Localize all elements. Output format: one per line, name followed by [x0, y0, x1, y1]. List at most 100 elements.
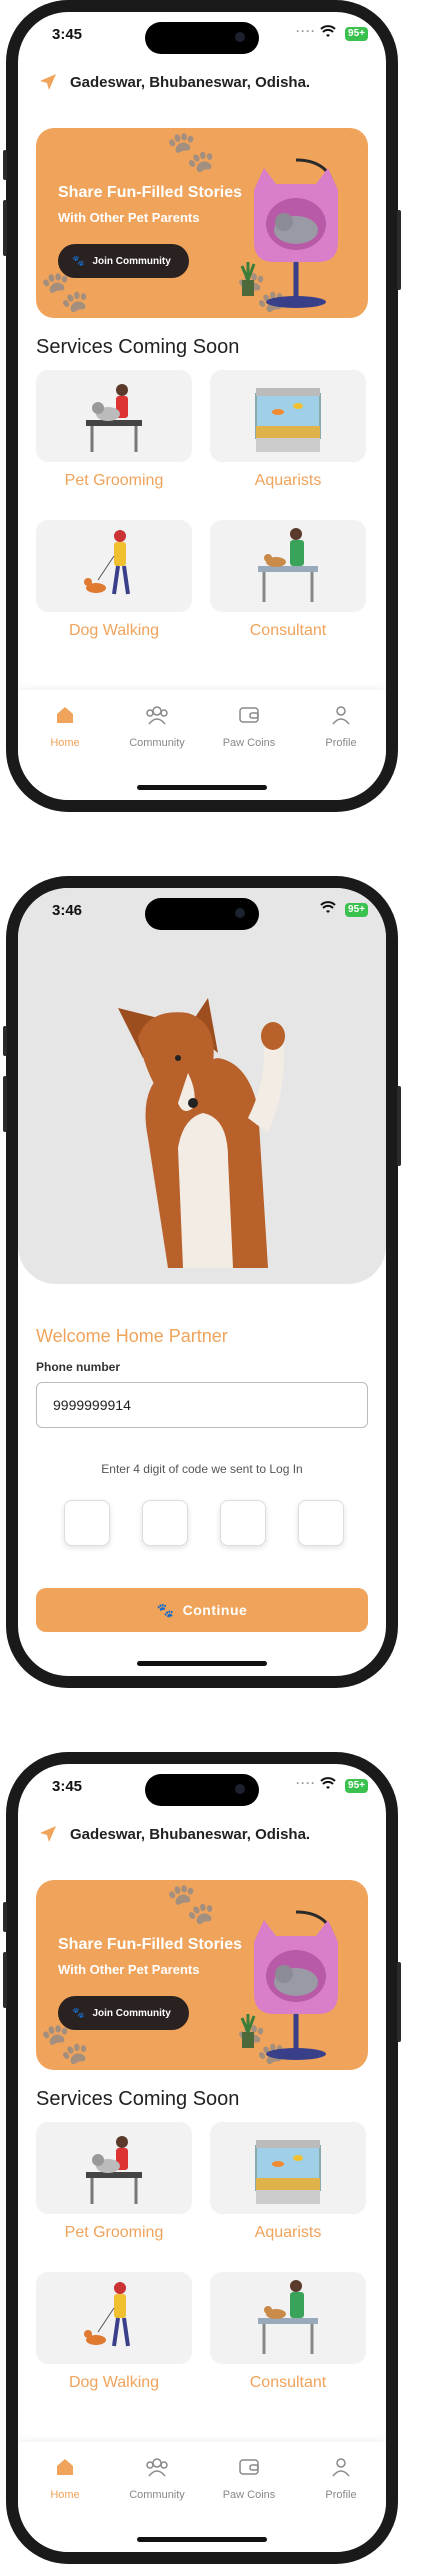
otp-digit-1[interactable]	[64, 1500, 110, 1546]
signal-icon: ····	[296, 1776, 316, 1790]
dog-hero-image	[18, 888, 386, 1284]
service-card-dog-walking[interactable]	[36, 520, 192, 612]
wallet-icon	[239, 707, 259, 723]
tab-label-home: Home	[50, 737, 80, 749]
bottom-tab-bar: Home Community Paw Coins Profile	[18, 690, 386, 800]
service-card-consultant[interactable]	[210, 2272, 366, 2364]
cat-bed-illustration	[240, 158, 338, 308]
home-indicator[interactable]	[137, 2537, 267, 2542]
community-icon	[146, 2458, 168, 2477]
community-banner[interactable]: 🐾 🐾 🐾 Share Fun-Filled Stories With Othe…	[36, 1880, 368, 2070]
service-label-dog-walking: Dog Walking	[68, 622, 160, 639]
profile-icon	[332, 706, 350, 725]
section-title: Services Coming Soon	[36, 336, 240, 358]
continue-button[interactable]: 🐾 Continue	[36, 1588, 368, 1632]
service-label-dog-walking: Dog Walking	[68, 2374, 160, 2391]
paw-icon: 🐾	[72, 2007, 85, 2019]
wifi-icon	[320, 901, 336, 913]
phone-frame-home-1: 3:45 ···· 95+ Gadeswar, Bhubaneswar, Odi…	[3, 0, 401, 812]
status-bar: 3:45 ···· 95+	[18, 1764, 386, 1808]
phone-frame-home-2: 3:45 ···· 95+ Gadeswar, Bhubaneswar, Odi…	[3, 1752, 401, 2564]
phone-number-input[interactable]	[36, 1382, 368, 1428]
service-label-consultant: Consultant	[249, 2374, 327, 2391]
paw-icon: 🐾	[72, 255, 85, 267]
battery-indicator: 95+	[345, 1779, 368, 1793]
service-card-consultant[interactable]	[210, 520, 366, 612]
status-bar: 3:45 ···· 95+	[18, 12, 386, 56]
otp-hint-text: Enter 4 digit of code we sent to Log In	[101, 1462, 303, 1476]
continue-label: Continue	[182, 1602, 248, 1618]
bottom-tab-bar: Home Community Paw Coins Profile	[18, 2442, 386, 2552]
dog-illustration	[118, 998, 285, 1268]
home-indicator[interactable]	[137, 785, 267, 790]
tab-paw-coins[interactable]: Paw Coins	[214, 2456, 284, 2501]
join-community-button[interactable]: 🐾 Join Community	[58, 1996, 189, 2030]
otp-digit-2[interactable]	[142, 1500, 188, 1546]
battery-indicator: 95+	[345, 27, 368, 41]
tab-profile[interactable]: Profile	[306, 2456, 376, 2501]
login-screen: 3:46 95+ Welcome Home Partner Phone numb…	[18, 888, 386, 1676]
tab-label-paw-coins: Paw Coins	[222, 2489, 276, 2501]
service-card-pet-grooming[interactable]	[36, 370, 192, 462]
location-bar[interactable]: Gadeswar, Bhubaneswar, Odisha.	[38, 72, 310, 92]
tab-community[interactable]: Community	[122, 704, 192, 749]
dog-walking-illustration	[84, 2282, 130, 2347]
join-community-button[interactable]: 🐾 Join Community	[58, 244, 189, 278]
paw-decoration-icon: 🐾	[166, 1882, 216, 1926]
battery-indicator: 95+	[345, 903, 368, 917]
otp-digit-4[interactable]	[298, 1500, 344, 1546]
home-screen: 3:45 ···· 95+ Gadeswar, Bhubaneswar, Odi…	[18, 12, 386, 800]
service-label-consultant: Consultant	[249, 622, 327, 639]
welcome-heading: Welcome Home Partner	[36, 1326, 228, 1346]
location-bar[interactable]: Gadeswar, Bhubaneswar, Odisha.	[38, 1824, 310, 1844]
section-title: Services Coming Soon	[36, 2088, 240, 2110]
tab-label-community: Community	[129, 737, 185, 749]
wallet-icon	[239, 2459, 259, 2475]
profile-icon	[332, 2458, 350, 2477]
home-indicator[interactable]	[137, 1661, 267, 1666]
grooming-illustration	[86, 2136, 142, 2204]
status-time: 3:46	[52, 902, 83, 919]
tab-label-profile: Profile	[325, 2489, 357, 2501]
aquarium-illustration	[255, 388, 321, 452]
service-card-aquarists[interactable]	[210, 2122, 366, 2214]
vet-consultant-illustration	[258, 528, 318, 602]
tab-home[interactable]: Home	[30, 704, 100, 749]
phone-frame-login: 3:46 95+ Welcome Home Partner Phone numb…	[3, 876, 401, 1688]
join-community-label: Join Community	[92, 2007, 171, 2019]
vet-consultant-illustration	[258, 2280, 318, 2354]
wifi-icon	[320, 1777, 336, 1789]
signal-icon: ····	[296, 24, 316, 38]
grooming-illustration	[86, 384, 142, 452]
location-text: Gadeswar, Bhubaneswar, Odisha.	[70, 73, 311, 91]
banner-subtitle: With Other Pet Parents	[58, 1962, 200, 1977]
location-arrow-icon	[40, 1826, 56, 1842]
tab-home[interactable]: Home	[30, 2456, 100, 2501]
paw-decoration-icon: 🐾	[166, 130, 216, 174]
tab-label-home: Home	[50, 2489, 80, 2501]
community-banner[interactable]: 🐾 🐾 🐾 Share Fun-Filled Stories With Othe…	[36, 128, 368, 318]
tab-label-community: Community	[129, 2489, 185, 2501]
community-icon	[146, 706, 168, 725]
dog-walking-illustration	[84, 530, 130, 595]
tab-profile[interactable]: Profile	[306, 704, 376, 749]
tab-paw-coins[interactable]: Paw Coins	[214, 704, 284, 749]
phone-number-label: Phone number	[36, 1360, 121, 1374]
service-card-pet-grooming[interactable]	[36, 2122, 192, 2214]
service-label-pet-grooming: Pet Grooming	[64, 2224, 164, 2241]
service-card-dog-walking[interactable]	[36, 2272, 192, 2364]
dynamic-island	[145, 1774, 259, 1806]
banner-title: Share Fun-Filled Stories	[58, 1936, 243, 1953]
service-label-pet-grooming: Pet Grooming	[64, 472, 164, 489]
tab-community[interactable]: Community	[122, 2456, 192, 2501]
aquarium-illustration	[255, 2140, 321, 2204]
home-screen: 3:45 ···· 95+ Gadeswar, Bhubaneswar, Odi…	[18, 1764, 386, 2552]
otp-digit-3[interactable]	[220, 1500, 266, 1546]
cat-bed-illustration	[240, 1910, 338, 2060]
service-label-aquarists: Aquarists	[254, 472, 322, 489]
home-icon	[57, 2459, 73, 2475]
wifi-icon	[320, 25, 336, 37]
status-time: 3:45	[52, 1778, 83, 1795]
paw-icon: 🐾	[156, 1601, 175, 1618]
service-card-aquarists[interactable]	[210, 370, 366, 462]
